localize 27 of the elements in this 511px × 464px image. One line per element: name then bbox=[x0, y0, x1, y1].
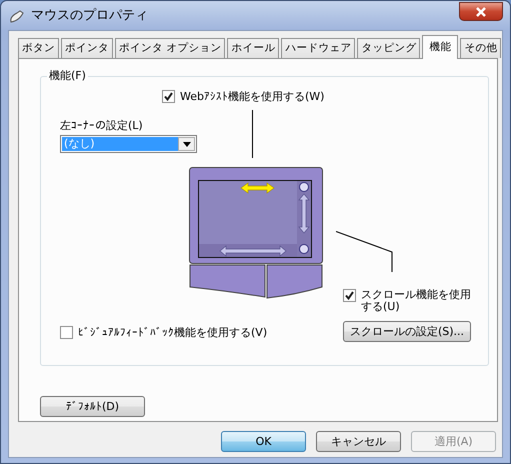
checkbox[interactable] bbox=[162, 90, 175, 103]
checkbox[interactable] bbox=[60, 326, 73, 339]
dialog-button[interactable]: キャンセル bbox=[316, 431, 401, 452]
tab[interactable]: タッピング bbox=[357, 38, 420, 58]
window-title: マウスのプロパティ bbox=[31, 9, 148, 22]
default-button[interactable]: ﾃﾞﾌｫﾙﾄ(D) bbox=[40, 396, 145, 417]
tab[interactable]: 機能 bbox=[422, 35, 458, 59]
tab[interactable]: ポインタ オプション bbox=[115, 38, 226, 58]
leader-line bbox=[336, 231, 394, 272]
tab[interactable]: その他 bbox=[460, 38, 502, 58]
group-label: 機能(F) bbox=[47, 69, 88, 82]
tab[interactable]: ホイール bbox=[227, 38, 280, 58]
checkbox[interactable] bbox=[343, 289, 356, 302]
scroll-settings-button[interactable]: スクロールの設定(S)... bbox=[343, 321, 471, 342]
tab[interactable]: ボタン bbox=[18, 38, 59, 58]
checkbox-label: スクロール機能を使用する(U) bbox=[361, 289, 472, 313]
close-button[interactable] bbox=[459, 2, 503, 21]
left-corner-label: 左ｺｰﾅｰの設定(L) bbox=[60, 119, 143, 132]
tab[interactable]: ポインタ bbox=[61, 38, 113, 58]
leader-line bbox=[252, 110, 253, 158]
caret-icon bbox=[182, 142, 190, 146]
mouse-icon bbox=[9, 8, 25, 22]
dialog-button[interactable]: OK bbox=[221, 431, 306, 452]
checkbox-label: Webｱｼｽﾄ機能を使用する(W) bbox=[180, 90, 324, 103]
tab[interactable]: ハードウェア bbox=[281, 38, 356, 58]
close-icon bbox=[475, 6, 487, 16]
checkbox-label: ﾋﾞｼﾞｭｱﾙﾌｨｰﾄﾞﾊﾞｯｸ機能を使用する(V) bbox=[78, 326, 268, 339]
